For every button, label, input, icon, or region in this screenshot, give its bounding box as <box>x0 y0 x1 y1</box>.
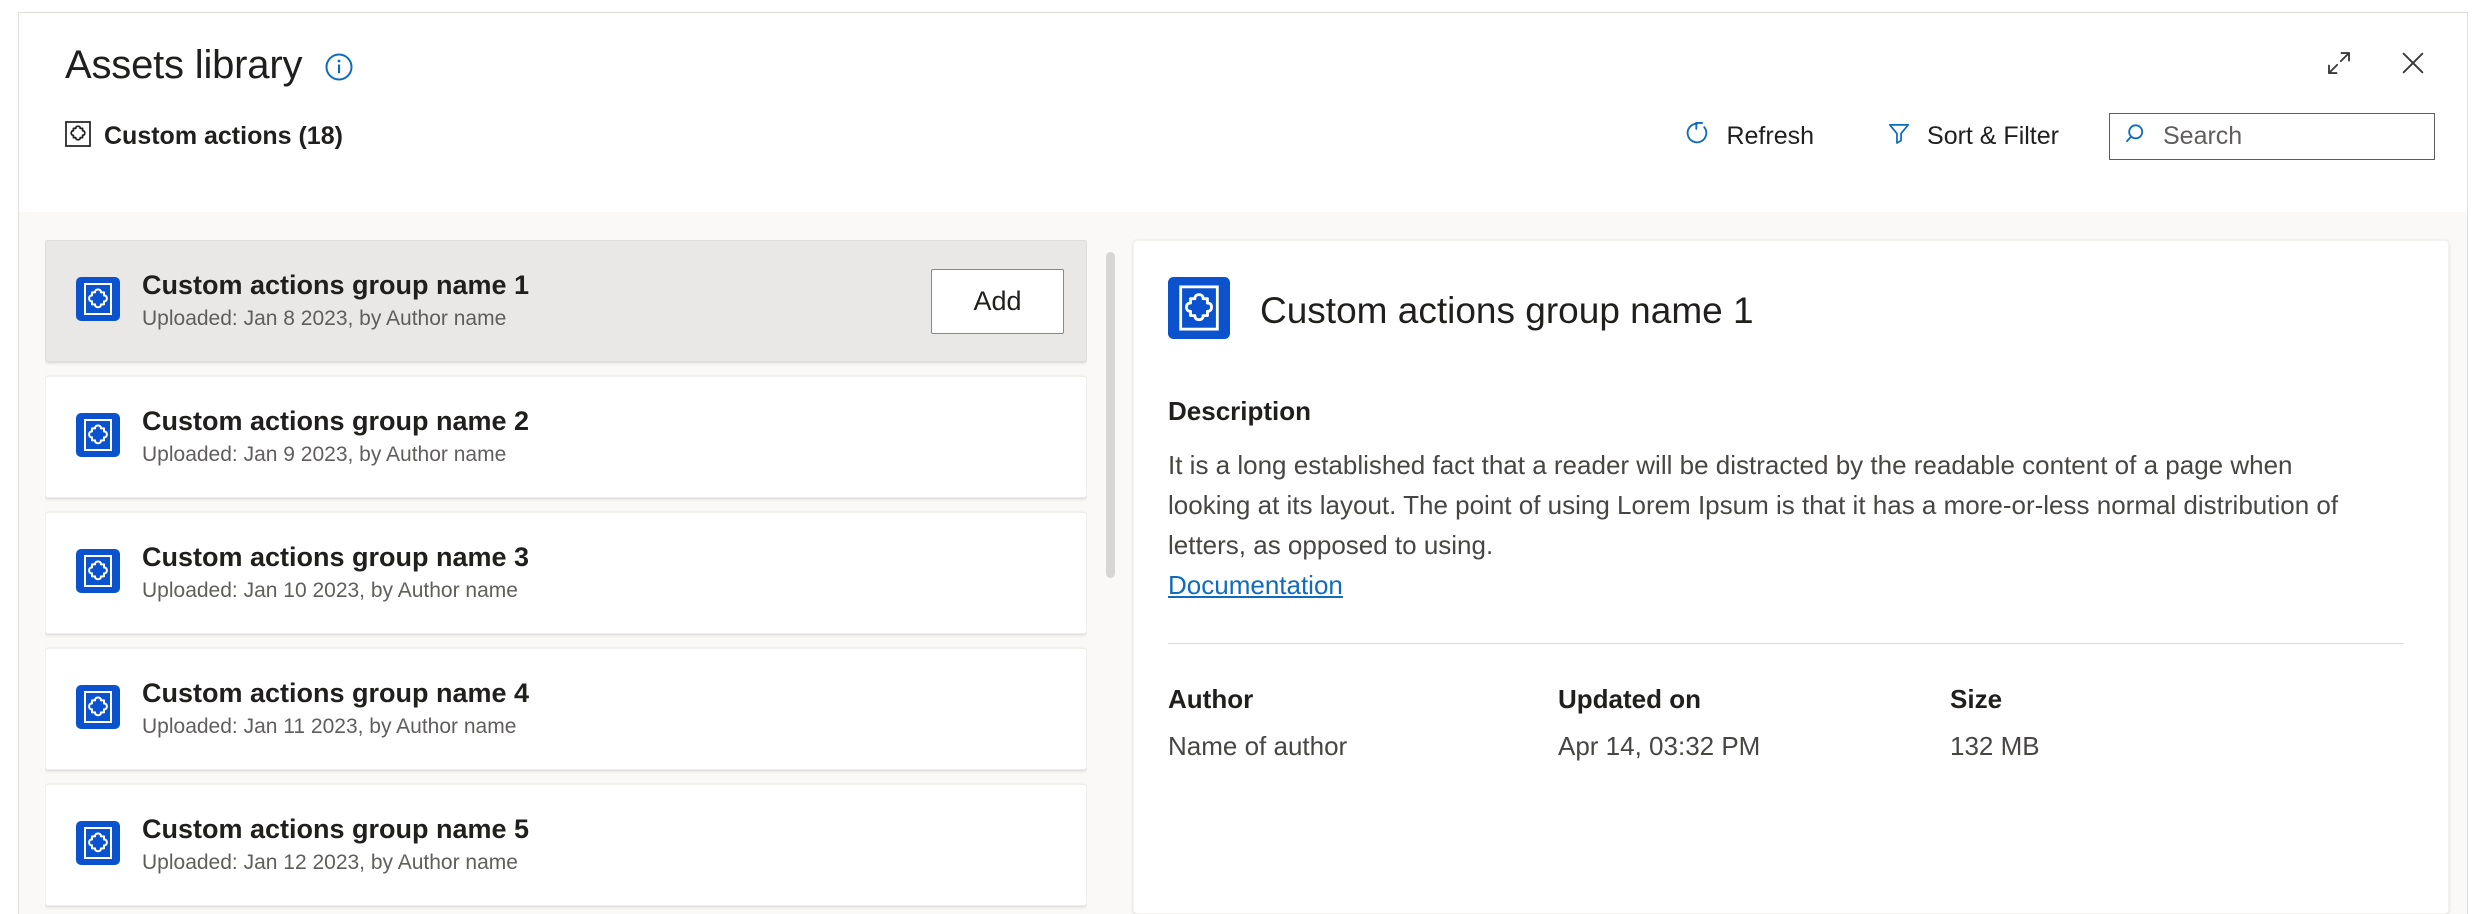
list-item-subtitle: Uploaded: Jan 11 2023, by Author name <box>142 712 1064 742</box>
list-item-text: Custom actions group name 1 Uploaded: Ja… <box>142 268 931 334</box>
refresh-icon <box>1683 119 1711 154</box>
list-scrollbar-thumb[interactable] <box>1106 252 1115 578</box>
list-item-subtitle: Uploaded: Jan 9 2023, by Author name <box>142 440 1064 470</box>
list-item-title: Custom actions group name 2 <box>142 404 1064 438</box>
refresh-button[interactable]: Refresh <box>1661 109 1836 164</box>
custom-action-tile-icon <box>76 821 120 870</box>
subheader-label: Custom actions (18) <box>104 122 343 151</box>
custom-action-tile-icon <box>76 549 120 598</box>
author-value: Name of author <box>1168 731 1558 762</box>
close-button[interactable] <box>2391 41 2435 85</box>
list-item-title: Custom actions group name 5 <box>142 812 1064 846</box>
detail-metadata: Author Updated on Size Name of author Ap… <box>1168 684 2404 762</box>
window-actions <box>2317 41 2435 85</box>
sort-filter-label: Sort & Filter <box>1927 122 2059 151</box>
list-item[interactable]: Custom actions group name 5 Uploaded: Ja… <box>45 784 1087 906</box>
documentation-link[interactable]: Documentation <box>1168 570 1343 601</box>
list-item-text: Custom actions group name 3 Uploaded: Ja… <box>142 540 1064 606</box>
info-circle-icon[interactable] <box>324 52 354 82</box>
list-item-subtitle: Uploaded: Jan 12 2023, by Author name <box>142 848 1064 878</box>
author-label: Author <box>1168 684 1558 715</box>
dialog-header: Assets library <box>19 13 2467 212</box>
assets-list: Custom actions group name 1 Uploaded: Ja… <box>45 240 1087 914</box>
dialog-body: Custom actions group name 1 Uploaded: Ja… <box>19 212 2467 914</box>
updated-label: Updated on <box>1558 684 1950 715</box>
search-icon <box>2124 121 2150 152</box>
subheader-row: Custom actions (18) Refresh <box>65 105 2435 167</box>
subheader-group: Custom actions (18) <box>65 121 343 152</box>
detail-divider <box>1168 643 2404 644</box>
detail-title: Custom actions group name 1 <box>1260 289 1754 333</box>
custom-action-tile-icon <box>76 413 120 462</box>
sort-filter-button[interactable]: Sort & Filter <box>1864 110 2081 163</box>
list-item-text: Custom actions group name 5 Uploaded: Ja… <box>142 812 1064 878</box>
search-input[interactable] <box>2163 122 2420 151</box>
description-heading: Description <box>1168 396 2404 427</box>
detail-header: Custom actions group name 1 <box>1168 277 2404 344</box>
search-box[interactable] <box>2109 113 2435 160</box>
refresh-label: Refresh <box>1726 122 1814 151</box>
list-item-text: Custom actions group name 4 Uploaded: Ja… <box>142 676 1064 742</box>
list-item-subtitle: Uploaded: Jan 10 2023, by Author name <box>142 576 1064 606</box>
list-item-text: Custom actions group name 2 Uploaded: Ja… <box>142 404 1064 470</box>
list-item-title: Custom actions group name 3 <box>142 540 1064 574</box>
expand-button[interactable] <box>2317 41 2361 85</box>
list-scrollbar[interactable] <box>1106 240 1115 914</box>
funnel-icon <box>1886 120 1912 153</box>
list-item[interactable]: Custom actions group name 4 Uploaded: Ja… <box>45 648 1087 770</box>
toolbar: Refresh Sort & Filter <box>1661 109 2435 164</box>
page-title: Assets library <box>65 41 302 89</box>
list-item[interactable]: Custom actions group name 2 Uploaded: Ja… <box>45 376 1087 498</box>
list-item-subtitle: Uploaded: Jan 8 2023, by Author name <box>142 304 931 334</box>
list-item[interactable]: Custom actions group name 1 Uploaded: Ja… <box>45 240 1087 362</box>
custom-action-puzzle-icon <box>65 121 91 152</box>
custom-action-tile-icon <box>76 277 120 326</box>
updated-value: Apr 14, 03:32 PM <box>1558 731 1950 762</box>
asset-detail-panel: Custom actions group name 1 Description … <box>1133 240 2449 914</box>
size-value: 132 MB <box>1950 731 2404 762</box>
list-item-title: Custom actions group name 4 <box>142 676 1064 710</box>
list-item[interactable]: Custom actions group name 3 Uploaded: Ja… <box>45 512 1087 634</box>
size-label: Size <box>1950 684 2404 715</box>
custom-action-tile-icon <box>76 685 120 734</box>
custom-action-tile-icon <box>1168 277 1230 344</box>
description-body: It is a long established fact that a rea… <box>1168 445 2343 565</box>
assets-library-dialog: Assets library <box>18 12 2468 914</box>
assets-list-column: Custom actions group name 1 Uploaded: Ja… <box>45 240 1133 914</box>
title-row: Assets library <box>65 41 354 89</box>
list-item-title: Custom actions group name 1 <box>142 268 931 302</box>
add-button[interactable]: Add <box>931 269 1064 334</box>
